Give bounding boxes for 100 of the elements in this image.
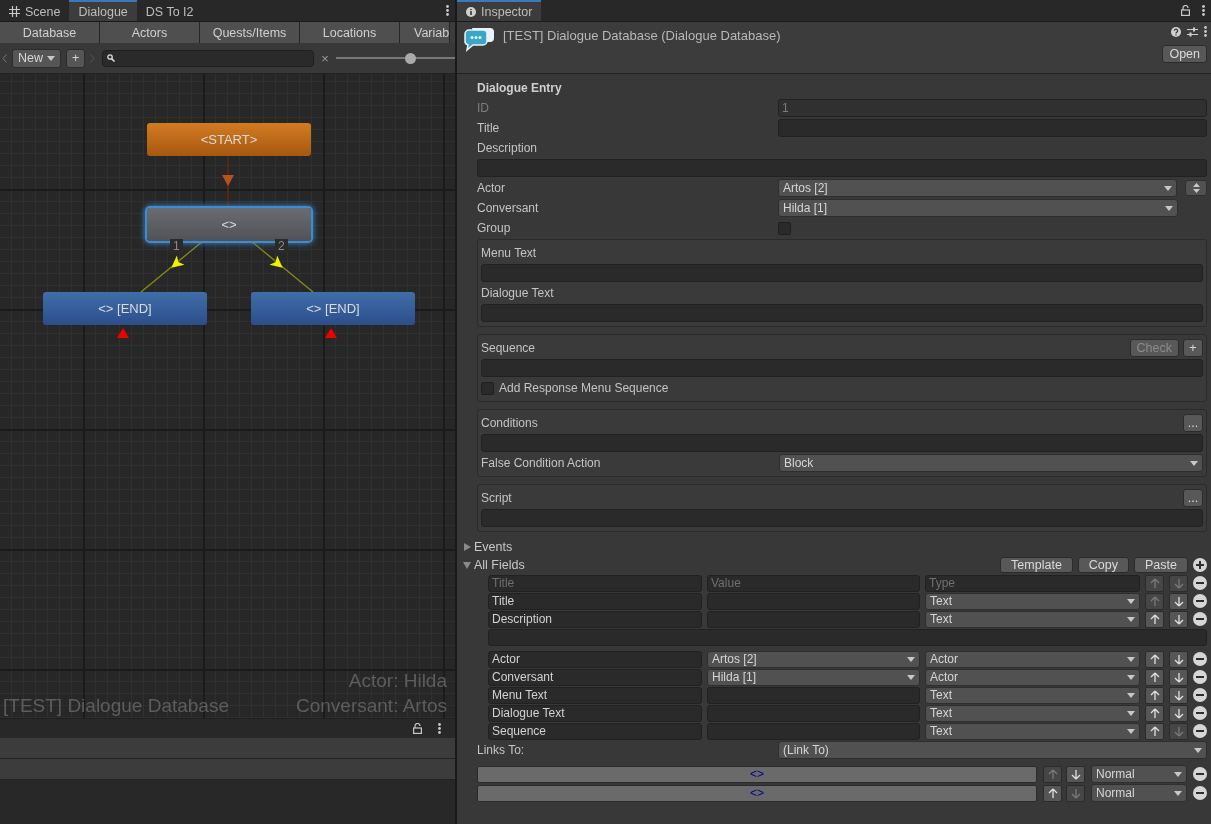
- dialogue-node[interactable]: <START>: [147, 123, 311, 156]
- action-button[interactable]: Paste: [1134, 557, 1188, 573]
- value-field[interactable]: [707, 686, 920, 704]
- move-down-button[interactable]: [1169, 650, 1188, 668]
- action-button[interactable]: +: [1183, 339, 1203, 357]
- move-up-button[interactable]: [1145, 686, 1164, 704]
- down-arrow-icon: [1173, 689, 1184, 701]
- up-arrow-icon: [1149, 725, 1160, 737]
- title-field[interactable]: Dialogue Text: [488, 704, 702, 722]
- inspector-tab[interactable]: Inspector: [457, 0, 542, 21]
- title-field[interactable]: Conversant: [488, 668, 702, 686]
- add-button[interactable]: +: [66, 48, 86, 68]
- text-field[interactable]: [481, 359, 1203, 377]
- checkbox[interactable]: [481, 381, 494, 395]
- action-dropdown[interactable]: Block: [779, 454, 1203, 472]
- text-field[interactable]: [481, 264, 1203, 282]
- type-field[interactable]: Type: [925, 574, 1140, 592]
- panel-tab[interactable]: Scene: [0, 0, 70, 21]
- title-field[interactable]: Title: [488, 592, 702, 610]
- dialogue-node[interactable]: <> [END]: [251, 292, 415, 325]
- move-down-button[interactable]: [1169, 704, 1188, 722]
- info-icon: [466, 6, 476, 17]
- value-field[interactable]: Value: [707, 574, 920, 592]
- caret-icon: [907, 656, 915, 662]
- dialogue-node[interactable]: <> [END]: [43, 292, 207, 325]
- section-tab[interactable]: Variab: [400, 22, 451, 43]
- caret-icon: [1190, 460, 1198, 466]
- picker-button[interactable]: [1185, 180, 1207, 196]
- move-down-button[interactable]: [1169, 686, 1188, 704]
- foldout[interactable]: Events: [463, 538, 513, 556]
- title-field[interactable]: Menu Text: [488, 686, 702, 704]
- move-down-button[interactable]: [1169, 592, 1188, 610]
- link-dropdown[interactable]: (Link To): [778, 741, 1207, 759]
- caret-icon: [1174, 790, 1182, 796]
- caret-icon: [1165, 205, 1173, 211]
- type-dropdown[interactable]: Text: [925, 610, 1140, 628]
- priority-dropdown[interactable]: Normal: [1091, 765, 1187, 783]
- dialogue-node[interactable]: <>: [147, 208, 311, 241]
- action-button[interactable]: Template: [1000, 557, 1073, 573]
- character-dropdown[interactable]: Hilda [1]: [707, 668, 920, 686]
- forward-icon: [90, 53, 96, 63]
- move-up-button[interactable]: [1145, 610, 1164, 628]
- foldout[interactable]: All Fields: [463, 556, 525, 574]
- remove-icon: [1193, 786, 1207, 800]
- remove-icon: [1193, 724, 1207, 738]
- character-dropdown[interactable]: Hilda [1]: [778, 199, 1178, 217]
- panel-tab[interactable]: Dialogue: [69, 0, 137, 21]
- text-field[interactable]: [481, 434, 1203, 452]
- asset-title: [TEST] Dialogue Database (Dialogue Database): [503, 27, 782, 45]
- move-up-button[interactable]: [1145, 704, 1164, 722]
- move-down-button[interactable]: [1169, 610, 1188, 628]
- add-icon: [1193, 558, 1207, 572]
- section-tab[interactable]: Quests/Items: [200, 22, 300, 43]
- action-button[interactable]: Copy: [1077, 557, 1130, 573]
- type-dropdown[interactable]: Actor: [925, 668, 1140, 686]
- new-dropdown[interactable]: New: [12, 48, 61, 68]
- lock-icon: [1181, 5, 1190, 16]
- back-icon: [2, 53, 7, 63]
- type-dropdown[interactable]: Text: [925, 722, 1140, 740]
- up-arrow-icon: [1149, 613, 1160, 625]
- title-field[interactable]: Title: [488, 574, 702, 592]
- move-down-button[interactable]: [1066, 765, 1085, 783]
- field-label: Conversant: [477, 201, 540, 215]
- search-field[interactable]: [102, 49, 315, 67]
- more-icon: [446, 5, 449, 16]
- title-field[interactable]: Sequence: [488, 722, 702, 740]
- up-arrow-icon: [1047, 768, 1058, 780]
- clear-button[interactable]: ×: [321, 50, 329, 66]
- type-dropdown[interactable]: Text: [925, 686, 1140, 704]
- field-label: Sequence: [481, 341, 537, 355]
- type-dropdown[interactable]: Text: [925, 592, 1140, 610]
- action-button[interactable]: ...: [1183, 489, 1203, 507]
- open-button[interactable]: Open: [1162, 45, 1207, 63]
- move-up-button[interactable]: [1043, 784, 1062, 802]
- text-field[interactable]: [481, 509, 1203, 527]
- collapsed-icon: [463, 542, 472, 552]
- section-tab[interactable]: Database: [0, 22, 100, 43]
- character-dropdown[interactable]: Artos [2]: [778, 179, 1177, 197]
- speech-bubbles-icon: [463, 26, 495, 52]
- type-dropdown[interactable]: Text: [925, 704, 1140, 722]
- panel-tab[interactable]: DS To I2: [136, 0, 203, 21]
- move-up-button[interactable]: [1145, 650, 1164, 668]
- priority-dropdown[interactable]: Normal: [1091, 784, 1187, 802]
- field-label: False Condition Action: [481, 456, 602, 470]
- move-up-button[interactable]: [1145, 722, 1164, 740]
- section-tab[interactable]: Actors: [100, 22, 200, 43]
- caret-icon: [1164, 185, 1172, 191]
- title-field[interactable]: Actor: [488, 650, 702, 668]
- type-dropdown[interactable]: Actor: [925, 650, 1140, 668]
- move-down-button[interactable]: [1169, 668, 1188, 686]
- title-field[interactable]: Description: [488, 610, 702, 628]
- slider-thumb[interactable]: [404, 52, 416, 64]
- character-dropdown[interactable]: Artos [2]: [707, 650, 920, 668]
- section-tab[interactable]: Locations: [300, 22, 400, 43]
- action-button[interactable]: ...: [1183, 414, 1203, 432]
- checkbox[interactable]: [778, 221, 791, 235]
- text-field[interactable]: [481, 304, 1203, 322]
- more-icon: [438, 723, 441, 734]
- move-up-button[interactable]: [1145, 668, 1164, 686]
- end-marker-icon: [117, 328, 129, 338]
